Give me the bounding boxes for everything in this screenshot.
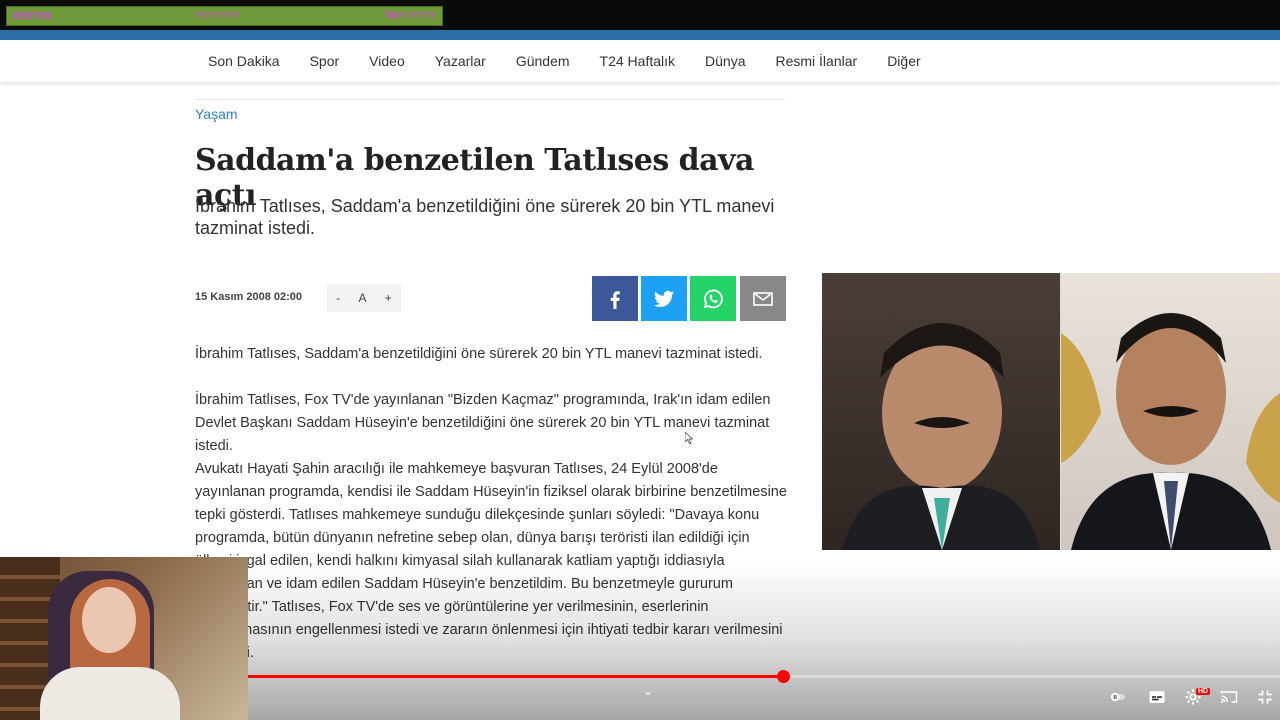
facebook-icon xyxy=(610,290,620,309)
video-player-screen: DEBTEK ??????? TRY????? Son Dakika Spor … xyxy=(0,0,1280,720)
photo-left-portrait xyxy=(822,273,1060,550)
cast-icon xyxy=(1220,691,1238,704)
divider xyxy=(195,99,785,100)
font-size-controls: - A + xyxy=(327,284,401,312)
subtitles-button[interactable] xyxy=(1146,686,1168,708)
article-photo xyxy=(822,273,1280,550)
nav-item-yazarlar[interactable]: Yazarlar xyxy=(435,53,486,69)
whatsapp-icon xyxy=(703,289,723,308)
article-date: 15 Kasım 2008 02:00 xyxy=(195,291,303,303)
cast-button[interactable] xyxy=(1218,686,1240,708)
photo-right-portrait xyxy=(1061,273,1280,550)
progress-played xyxy=(248,675,783,678)
nav-item-son-dakika[interactable]: Son Dakika xyxy=(208,53,280,69)
article-subhead: İbrahim Tatlıses, Saddam'a benzetildiğin… xyxy=(195,196,775,238)
autoplay-toggle[interactable] xyxy=(1104,686,1132,708)
site-header-stripe xyxy=(0,30,1280,40)
top-bar: DEBTEK ??????? TRY????? xyxy=(0,0,1280,30)
streamer-face xyxy=(82,587,136,653)
hd-badge: HD xyxy=(1196,688,1211,695)
nav-item-dunya[interactable]: Dünya xyxy=(705,53,745,69)
font-label: A xyxy=(358,291,367,305)
donation-left-label: DEBTEK xyxy=(13,10,53,22)
webcam-overlay xyxy=(0,557,248,720)
progress-scrubber[interactable] xyxy=(777,670,790,683)
nav-item-gundem[interactable]: Gündem xyxy=(516,53,570,69)
font-decrease-button[interactable]: - xyxy=(336,291,340,305)
nav-item-diger[interactable]: Diğer xyxy=(887,53,920,69)
nav-item-t24-haftalik[interactable]: T24 Haftalık xyxy=(600,53,675,69)
donation-goal-bar: DEBTEK ??????? TRY????? xyxy=(6,6,443,26)
site-nav: Son Dakika Spor Video Yazarlar Gündem T2… xyxy=(0,40,1280,82)
exit-fullscreen-button[interactable] xyxy=(1254,686,1276,708)
article-paragraph: İbrahim Tatlıses, Fox TV'de yayınlanan "… xyxy=(195,392,771,454)
share-email-button[interactable] xyxy=(740,276,786,321)
nav-item-resmi-ilanlar[interactable]: Resmi İlanlar xyxy=(775,53,857,69)
article-body: İbrahim Tatlıses, Saddam'a benzetildiğin… xyxy=(195,343,787,665)
donation-mid-label: ??????? xyxy=(195,10,241,22)
share-whatsapp-button[interactable] xyxy=(690,276,736,321)
autoplay-icon xyxy=(1110,692,1126,702)
mouse-cursor-icon xyxy=(685,432,693,444)
nav-item-spor[interactable]: Spor xyxy=(310,53,340,69)
donation-right-label: TRY????? xyxy=(383,10,436,22)
share-twitter-button[interactable] xyxy=(641,276,687,321)
streamer-shirt xyxy=(40,667,180,720)
article-paragraph: İbrahim Tatlıses, Saddam'a benzetildiğin… xyxy=(195,346,763,362)
exit-fullscreen-icon xyxy=(1258,690,1272,704)
chevron-down-icon[interactable]: ⌄ xyxy=(643,684,653,698)
article-category[interactable]: Yaşam xyxy=(195,106,238,122)
twitter-icon xyxy=(654,290,674,307)
subtitles-icon xyxy=(1149,691,1165,703)
share-facebook-button[interactable] xyxy=(592,276,638,321)
nav-item-video[interactable]: Video xyxy=(369,53,405,69)
font-increase-button[interactable]: + xyxy=(385,291,392,305)
email-icon xyxy=(753,291,773,306)
article-paragraph: Avukatı Hayati Şahin aracılığı ile mahke… xyxy=(195,461,787,661)
